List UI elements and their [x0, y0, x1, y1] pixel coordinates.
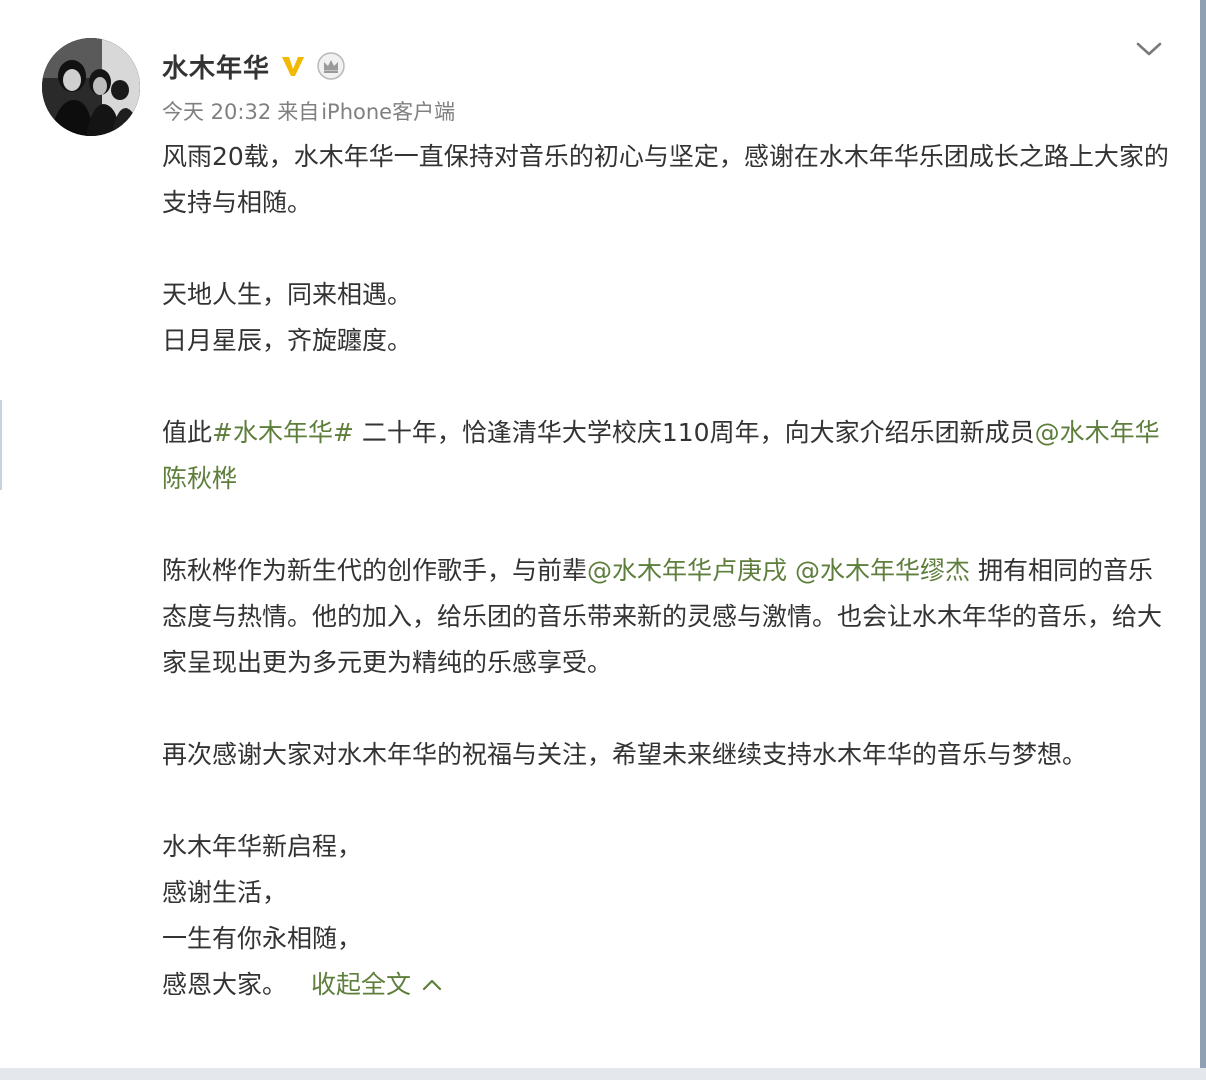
p3-text-middle: 二十年，恰逢清华大学校庆110周年，向大家介绍乐团新成员 — [353, 418, 1035, 447]
p6-last-line-text: 感恩大家。 — [162, 970, 288, 999]
paragraph-5: 再次感谢大家对水木年华的祝福与关注，希望未来继续支持水木年华的音乐与梦想。 — [162, 740, 1088, 769]
chevron-up-icon — [422, 979, 442, 991]
paragraph-4: 陈秋桦作为新生代的创作歌手，与前辈@水木年华卢庚戌 @水木年华缪杰 拥有相同的音… — [162, 548, 1172, 686]
paragraph-2-line-1: 天地人生，同来相遇。 — [162, 280, 413, 309]
collapse-full-text-button[interactable]: 收起全文 — [311, 962, 443, 1008]
hashtag-link[interactable]: #水木年华# — [212, 418, 354, 447]
post-time[interactable]: 今天 20:32 — [162, 100, 271, 124]
verified-v-icon — [280, 53, 306, 79]
p4-space — [787, 556, 795, 585]
author-name[interactable]: 水木年华 — [162, 48, 270, 85]
paragraph-6-line-1: 水木年华新启程， — [162, 832, 363, 861]
paragraph-1: 风雨20载，水木年华一直保持对音乐的初心与坚定，感谢在水木年华乐团成长之路上大家… — [162, 142, 1169, 217]
paragraph-2-line-2: 日月星辰，齐旋躔度。 — [162, 326, 413, 355]
p4-text-before: 陈秋桦作为新生代的创作歌手，与前辈 — [162, 556, 588, 585]
bottom-scroll-area — [0, 1068, 1206, 1080]
author-avatar[interactable] — [42, 38, 140, 136]
mention-miao-jie[interactable]: @水木年华缪杰 — [795, 556, 970, 585]
crown-icon[interactable] — [316, 51, 346, 81]
author-header: 水木年华 — [162, 46, 346, 86]
collapse-label: 收起全文 — [311, 970, 412, 999]
post-content: 风雨20载，水木年华一直保持对音乐的初心与坚定，感谢在水木年华乐团成长之路上大家… — [162, 134, 1172, 1008]
paragraph-6-line-3: 一生有你永相随， — [162, 924, 363, 953]
post-source[interactable]: iPhone客户端 — [321, 100, 455, 124]
paragraph-6-line-2: 感谢生活， — [162, 878, 288, 907]
window-frame-left — [0, 400, 2, 490]
mention-lu-gengxu[interactable]: @水木年华卢庚戌 — [587, 556, 787, 585]
chevron-down-icon[interactable] — [1134, 38, 1164, 60]
window-frame-right — [1200, 0, 1206, 1080]
post-meta: 今天 20:32 来自iPhone客户端 — [162, 96, 461, 126]
source-prefix: 来自 — [277, 100, 320, 124]
paragraph-6-line-4: 感恩大家。 收起全文 — [162, 962, 1172, 1008]
paragraph-3: 值此#水木年华# 二十年，恰逢清华大学校庆110周年，向大家介绍乐团新成员@水木… — [162, 410, 1172, 502]
p3-text-before: 值此 — [162, 418, 213, 447]
